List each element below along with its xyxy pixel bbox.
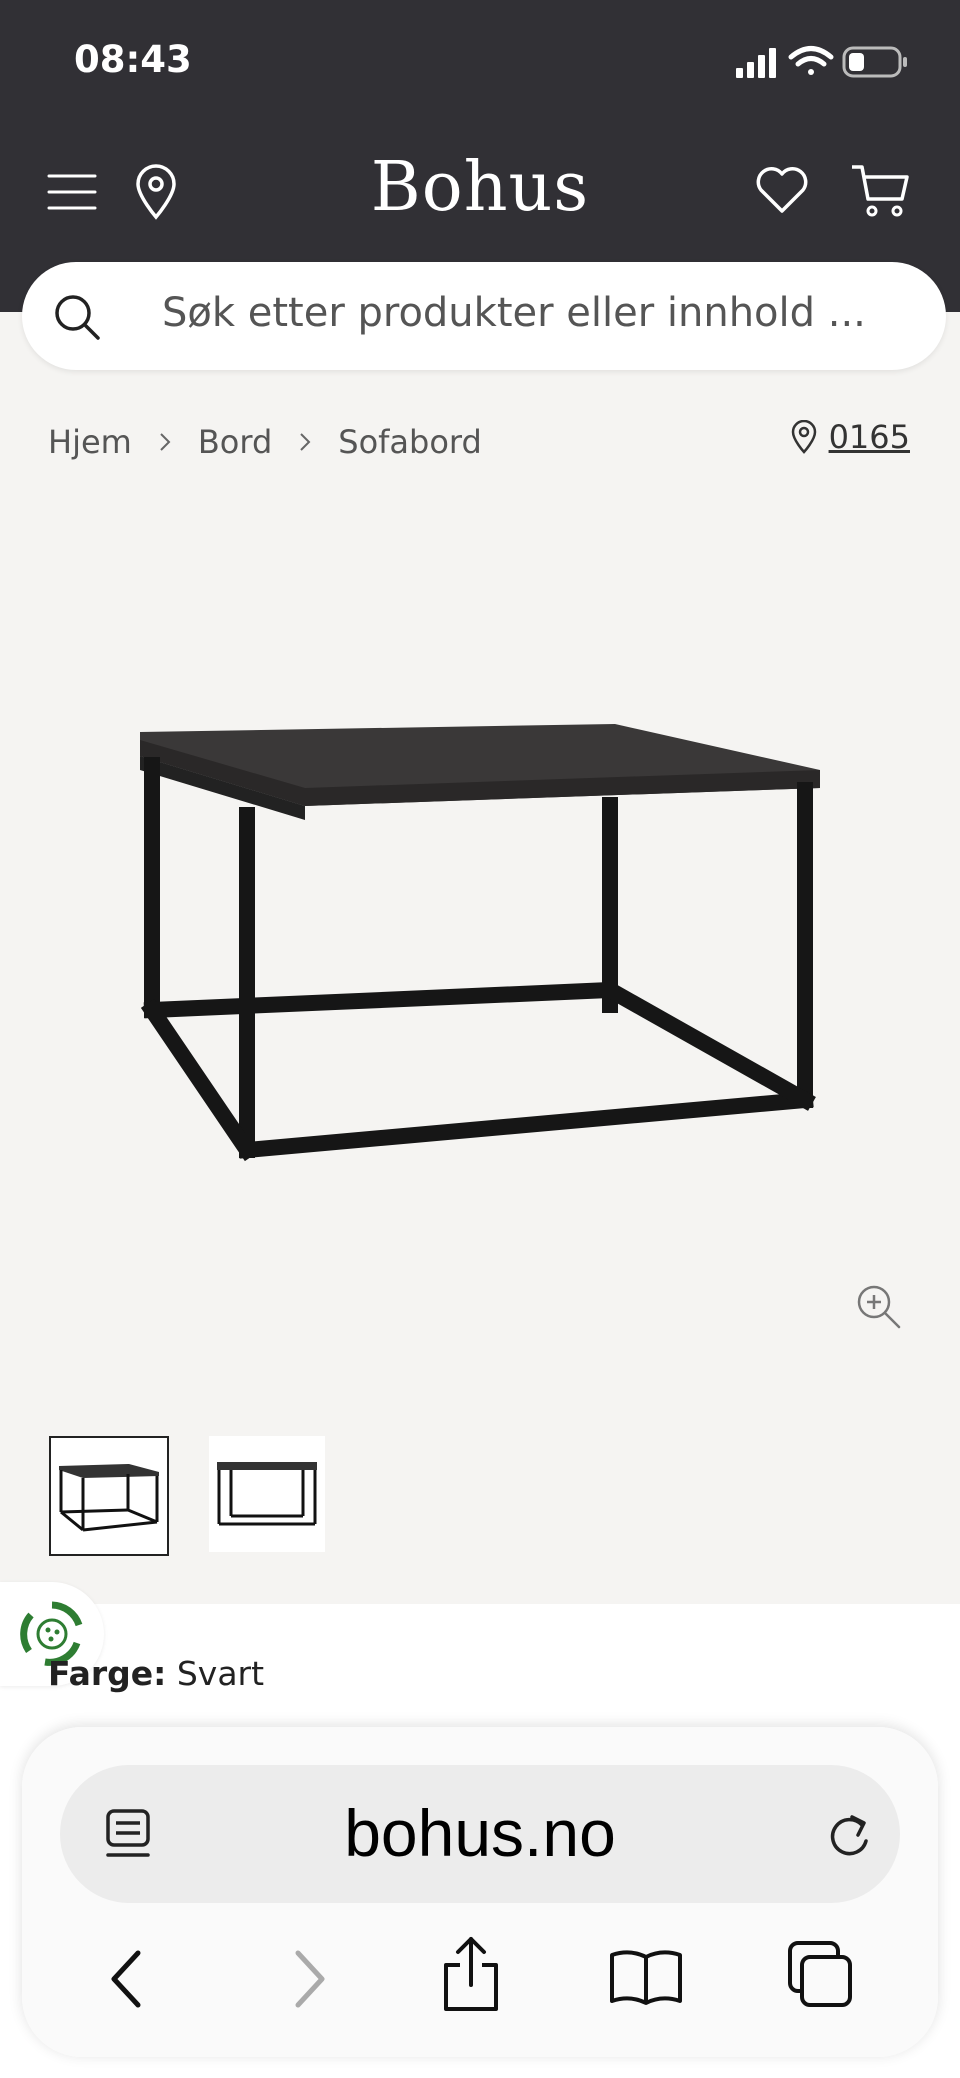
reload-icon[interactable]: [822, 1807, 874, 1863]
share-icon[interactable]: [440, 1935, 502, 2013]
breadcrumb-sofabord[interactable]: Sofabord: [338, 423, 482, 461]
search-icon: [55, 295, 100, 340]
table-thumbnail-image: [59, 1464, 159, 1532]
search-placeholder: Søk etter produkter eller innhold ...: [162, 290, 866, 336]
battery-icon: [842, 46, 907, 78]
store-code: 0165: [828, 418, 910, 456]
wifi-icon: [788, 46, 834, 75]
location-pin-icon: [791, 420, 816, 454]
zoom-in-icon: [857, 1285, 901, 1329]
tabs-icon[interactable]: [786, 1939, 856, 2011]
forward-icon[interactable]: [288, 1949, 328, 2009]
bookmarks-icon[interactable]: [608, 1947, 684, 2007]
status-time: 08:43: [74, 38, 192, 81]
zoom-button[interactable]: [855, 1283, 903, 1335]
chevron-right-icon: [158, 432, 172, 452]
browser-toolbar: bohus.no: [22, 1727, 938, 2057]
bohus-logo[interactable]: Bohus: [0, 148, 960, 227]
back-icon[interactable]: [108, 1949, 148, 2009]
product-image[interactable]: [130, 710, 830, 1180]
address-bar[interactable]: bohus.no: [60, 1765, 900, 1903]
color-value: Svart: [176, 1654, 265, 1693]
search-input[interactable]: Søk etter produkter eller innhold ...: [22, 262, 946, 370]
table-thumbnail-image: [217, 1462, 317, 1526]
color-selection: Farge: Svart: [48, 1654, 264, 1693]
url-text: bohus.no: [344, 1796, 616, 1870]
color-label: Farge:: [48, 1654, 167, 1693]
thumbnail-1[interactable]: [49, 1436, 169, 1556]
selected-store-link[interactable]: 0165: [791, 418, 910, 456]
signal-icon: [736, 48, 776, 78]
status-icons: [736, 46, 907, 78]
thumbnail-2[interactable]: [209, 1436, 325, 1552]
breadcrumb-bord[interactable]: Bord: [198, 423, 272, 461]
breadcrumb-home[interactable]: Hjem: [48, 423, 132, 461]
status-bar: 08:43: [0, 0, 960, 120]
browser-nav: [22, 1925, 938, 2035]
breadcrumb: Hjem Bord Sofabord: [48, 420, 482, 464]
chevron-right-icon: [298, 432, 312, 452]
